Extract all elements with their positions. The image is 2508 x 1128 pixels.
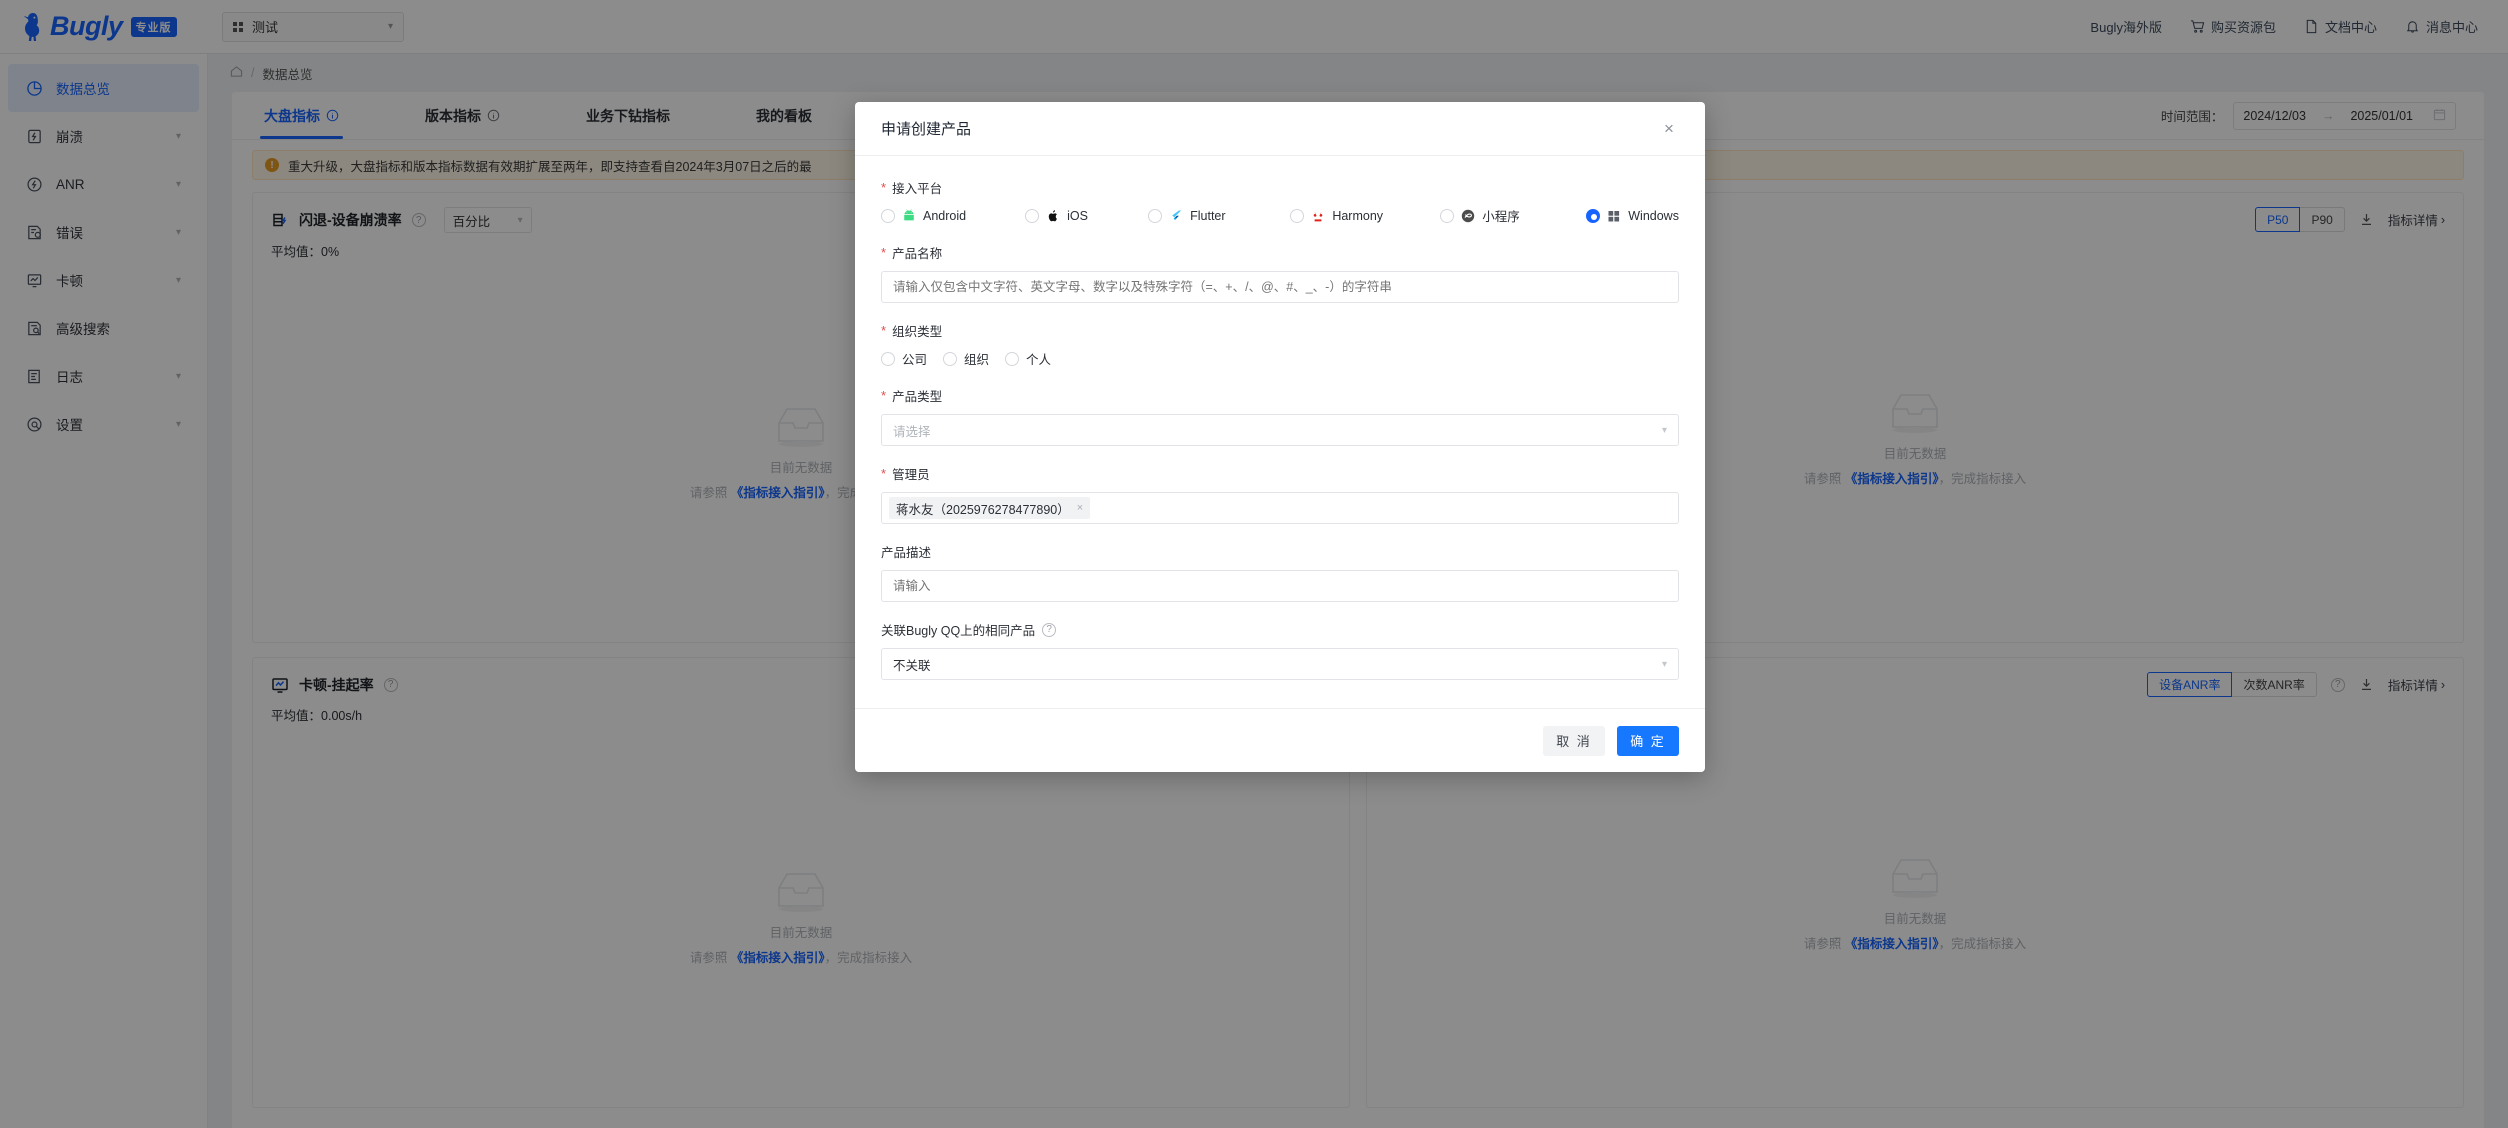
app-root: Bugly 专业版 测试 ▾ Bugly海外版 购买资源包 文档中心 消息中心 … [0,0,2508,1128]
miniprogram-icon [1461,209,1475,223]
form-item-qq-link: 关联Bugly QQ上的相同产品 ? 不关联 ▾ [881,620,1679,680]
field-label-product-name: 产品名称 [881,243,1679,262]
qq-link-label-text: 关联Bugly QQ上的相同产品 [881,624,1036,638]
platform-option-miniprogram[interactable]: 小程序 [1440,206,1586,225]
radio-indicator[interactable] [1290,208,1305,223]
chevron-down-icon: ▾ [1661,424,1667,436]
qq-link-value: 不关联 [893,658,931,673]
field-label-qq-link: 关联Bugly QQ上的相同产品 ? [881,620,1679,639]
platform-label: Harmony [1332,208,1384,223]
radio-indicator[interactable] [1586,208,1601,223]
form-item-product-type: 产品类型 请选择 ▾ [881,386,1679,446]
modal-header: 申请创建产品 × [855,102,1705,156]
help-icon[interactable]: ? [1042,622,1057,637]
platform-option-harmony[interactable]: Harmony [1290,208,1440,223]
admin-tag: 蒋水友（2025976278477890） × [889,497,1091,519]
product-type-select[interactable]: 请选择 ▾ [881,414,1679,446]
modal-title: 申请创建产品 [881,121,972,138]
org-type-label: 公司 [902,353,928,367]
qq-link-select[interactable]: 不关联 ▾ [881,648,1679,680]
org-type-option-company[interactable]: 公司 [881,349,943,368]
field-label-admin: 管理员 [881,464,1679,483]
field-label-platform: 接入平台 [881,178,1679,197]
radio-indicator[interactable] [1005,351,1019,366]
flutter-icon [1169,209,1183,223]
modal-body: 接入平台 Android [855,156,1705,708]
remove-tag-icon[interactable]: × [1077,502,1083,514]
platform-radio-group: Android iOS Flutter Harmony 小程序 Windows [881,206,1679,225]
platform-label: iOS [1067,208,1088,223]
platform-option-ios[interactable]: iOS [1025,208,1148,223]
field-label-description: 产品描述 [881,546,932,560]
admin-tag-label: 蒋水友（2025976278477890） [896,502,1070,517]
admin-tags-input[interactable]: 蒋水友（2025976278477890） × [881,492,1679,524]
chevron-down-icon: ▾ [1661,658,1667,670]
product-type-placeholder: 请选择 [893,424,931,439]
windows-icon [1607,209,1621,223]
field-label-product-type: 产品类型 [881,386,1679,405]
form-item-product-name: 产品名称 [881,243,1679,303]
close-icon[interactable]: × [1659,120,1679,137]
field-label-org-type: 组织类型 [881,321,1679,340]
form-item-admin: 管理员 蒋水友（2025976278477890） × [881,464,1679,524]
org-type-radio-group: 公司 组织 个人 [881,349,1679,368]
confirm-button[interactable]: 确 定 [1617,725,1679,756]
description-input[interactable] [881,570,1679,602]
platform-label: 小程序 [1482,210,1520,224]
radio-indicator[interactable] [943,351,957,366]
org-type-option-individual[interactable]: 个人 [1005,349,1051,368]
org-type-option-organization[interactable]: 组织 [943,349,1005,368]
form-item-platform: 接入平台 Android [881,178,1679,225]
form-item-org-type: 组织类型 公司 组织 个人 [881,321,1679,368]
platform-label: Flutter [1190,208,1226,223]
apple-icon [1046,209,1060,223]
platform-option-flutter[interactable]: Flutter [1148,208,1290,223]
harmony-icon [1311,209,1325,223]
form-item-description: 产品描述 [881,542,1679,602]
radio-indicator[interactable] [881,351,895,366]
platform-label: Android [923,208,967,223]
radio-indicator[interactable] [1025,208,1040,223]
radio-indicator[interactable] [1440,208,1455,223]
android-icon [902,208,916,223]
org-type-label: 个人 [1026,353,1052,367]
platform-option-windows[interactable]: Windows [1586,208,1679,223]
org-type-label: 组织 [964,353,990,367]
cancel-button[interactable]: 取 消 [1543,725,1605,756]
radio-indicator[interactable] [1148,208,1163,223]
platform-label: Windows [1628,208,1679,223]
platform-option-android[interactable]: Android [881,208,1025,223]
radio-indicator[interactable] [881,208,895,223]
product-name-input[interactable] [881,271,1679,303]
create-product-modal: 申请创建产品 × 接入平台 [855,102,1705,772]
modal-footer: 取 消 确 定 [855,708,1705,772]
